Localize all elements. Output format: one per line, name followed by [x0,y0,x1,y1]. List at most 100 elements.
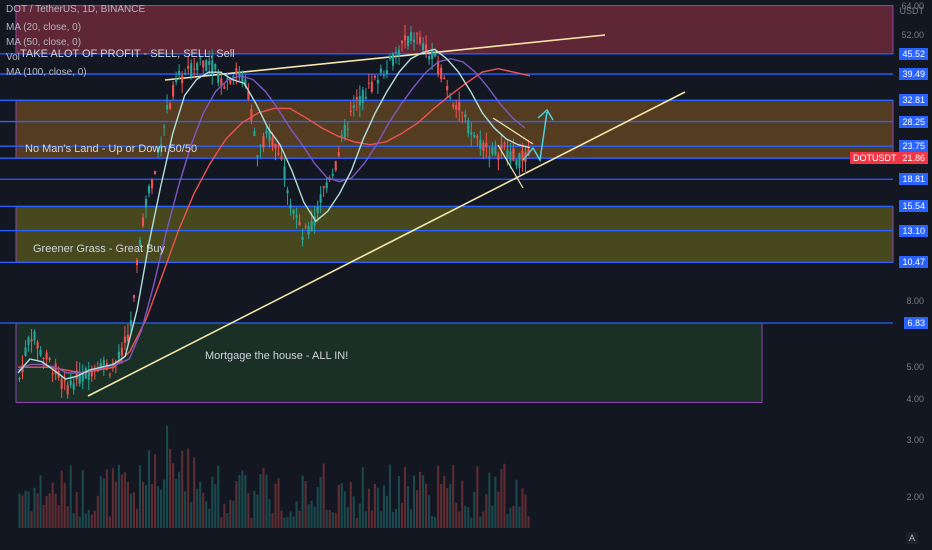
auto-scale-button[interactable]: A [905,532,918,544]
volume-bar [310,500,313,528]
candle-body [178,71,181,76]
candle-body [334,161,337,171]
volume-bar [235,481,238,528]
volume-bar [147,450,151,528]
zone-profit [15,5,894,55]
volume-bar [135,508,139,528]
volume-bar [265,474,268,528]
candle-body [355,97,358,100]
volume-bar [172,463,175,528]
volume-bar [232,500,235,528]
price-tick-label: 52.00 [901,30,924,40]
volume-bar [33,487,36,528]
volume-bar [205,501,208,528]
volume-bar [196,488,199,528]
volume-bar [238,475,241,528]
candle-body [512,148,515,161]
candle-body [190,63,193,77]
volume-bar [391,511,395,528]
volume-bar [467,507,470,528]
candle-body [292,210,295,214]
price-tick-label: 45.52 [899,47,928,60]
volume-bar [409,509,413,528]
volume-bar [190,502,193,528]
candle-body [479,139,482,149]
volume-bar [214,484,217,528]
candle-body [316,206,319,213]
volume-bar [388,464,392,528]
indicator-vol-label[interactable]: Vol [6,52,20,63]
candle-body [467,120,470,134]
candle-body [135,259,139,266]
candle-body [325,182,328,189]
volume-bar [75,492,78,528]
volume-bar [30,511,33,528]
volume-bar [211,476,214,528]
volume-bar [370,510,373,528]
indicator-ma50-label[interactable]: MA (50, close, 0) [6,37,81,48]
volume-bar [376,487,379,528]
zone-label-mortgage: Mortgage the house - ALL IN! [205,350,349,362]
volume-bar [280,510,283,528]
zone-label-profit: TAKE ALOT OF PROFIT - SELL, SELL, Sell [20,48,235,60]
candle-body [476,135,479,139]
candle-body [364,96,367,99]
chart-panel[interactable]: DOT / TetherUS, 1D, BINANCE MA (20, clos… [0,0,932,550]
volume-bar [87,509,90,528]
candle-body [69,380,72,386]
candle-body [488,156,491,158]
candle-body [515,159,518,166]
volume-bar [129,493,132,528]
candle-body [506,150,509,158]
volume-bar [199,481,202,528]
volume-bar [156,486,160,528]
candle-body [337,151,340,157]
volume-bar [464,505,467,528]
volume-bar [319,476,322,528]
volume-bar [181,450,184,528]
indicator-ma20-label[interactable]: MA (20, close, 0) [6,22,81,33]
indicator-ma100-label[interactable]: MA (100, close, 0) [6,67,87,78]
price-tick-label: 2.00 [906,492,924,503]
candle-body [51,373,54,375]
candle-body [406,36,410,46]
candle-body [202,60,205,68]
candle-body [349,110,352,113]
price-tick-label: 15.54 [899,200,928,213]
candle-body [163,126,166,128]
chart-canvas[interactable] [0,0,932,550]
candle-body [235,68,238,75]
volume-bar [313,506,316,528]
volume-bar [491,505,494,528]
candle-body [391,52,395,66]
volume-bar [337,484,340,528]
candle-body [150,179,154,189]
volume-bar [102,478,105,528]
candle-body [102,360,105,366]
candle-body [153,171,157,175]
volume-bar [397,476,401,528]
volume-bar [202,492,205,528]
candle-body [379,68,382,73]
candle-body [307,226,310,235]
candle-body [259,145,262,147]
candle-body [370,81,373,92]
candle-body [253,131,256,136]
price-tick-label: 3.00 [906,434,924,445]
volume-bar [346,507,349,528]
price-tick-label: 28.25 [899,115,928,128]
volume-bar [51,482,54,528]
candle-body [45,352,48,360]
volume-bar [452,465,455,528]
candle-body [500,144,503,149]
volume-bar [69,465,72,528]
candle-body [72,383,75,390]
volume-bar [187,448,190,528]
candle-body [132,295,136,298]
candle-body [428,55,431,60]
price-tick-label: 5.00 [906,362,924,373]
volume-bar [382,485,385,528]
volume-bar [108,516,111,528]
volume-bar [93,510,96,528]
volume-bar [96,495,99,528]
